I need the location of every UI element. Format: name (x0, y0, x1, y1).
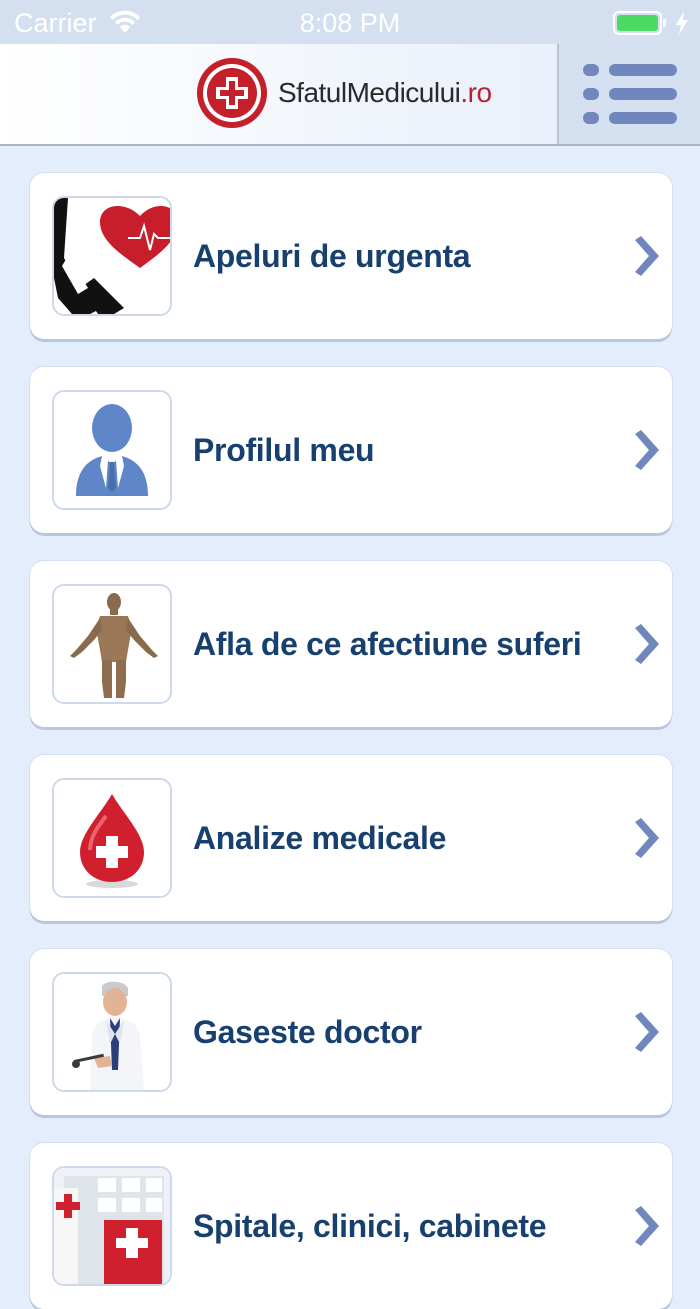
card-label: Profilul meu (193, 432, 375, 468)
battery-icon (613, 11, 666, 35)
card-label: Apeluri de urgenta (193, 238, 471, 274)
red-cross-logo-icon (197, 58, 267, 128)
card-thumbnail (52, 972, 172, 1092)
chevron-right-icon (635, 818, 659, 858)
hamburger-menu-icon (583, 64, 677, 124)
chevron-right-icon (635, 236, 659, 276)
card-thumbnail (52, 778, 172, 898)
menu-card-medical-tests[interactable]: Analize medicale (30, 755, 672, 921)
site-logo[interactable]: SfatulMedicului.ro (196, 57, 492, 129)
phone-heart-icon (54, 198, 170, 314)
menu-card-my-profile[interactable]: Profilul meu (30, 367, 672, 533)
menu-card-find-condition[interactable]: Afla de ce afectiune suferi (30, 561, 672, 727)
card-label: Analize medicale (193, 820, 447, 856)
logo-text: SfatulMedicului.ro (278, 77, 492, 109)
charging-bolt-icon (676, 11, 688, 35)
logo-text-tld: .ro (460, 77, 492, 108)
card-thumbnail (52, 1166, 172, 1286)
menu-button[interactable] (557, 44, 700, 144)
logo-text-main: SfatulMedicului (278, 77, 461, 108)
blood-drop-icon (80, 794, 144, 888)
doctor-icon (72, 981, 144, 1090)
card-thumbnail (52, 196, 172, 316)
status-bar: Carrier 8:08 PM (0, 0, 700, 44)
hospital-icon (54, 1168, 170, 1284)
menu-card-emergency-calls[interactable]: Apeluri de urgenta (30, 173, 672, 339)
menu-card-find-doctor[interactable]: Gaseste doctor (30, 949, 672, 1115)
card-thumbnail (52, 584, 172, 704)
person-profile-icon (76, 404, 148, 496)
card-label: Afla de ce afectiune suferi (193, 626, 582, 662)
menu-card-hospitals[interactable]: Spitale, clinici, cabinete (30, 1143, 672, 1309)
chevron-right-icon (635, 1012, 659, 1052)
card-label: Spitale, clinici, cabinete (193, 1208, 547, 1244)
chevron-right-icon (635, 430, 659, 470)
app-header: SfatulMedicului.ro (0, 44, 700, 146)
card-thumbnail (52, 390, 172, 510)
card-label: Gaseste doctor (193, 1014, 422, 1050)
chevron-right-icon (635, 624, 659, 664)
chevron-right-icon (635, 1206, 659, 1246)
human-body-icon (70, 593, 158, 698)
status-time: 8:08 PM (299, 8, 401, 38)
